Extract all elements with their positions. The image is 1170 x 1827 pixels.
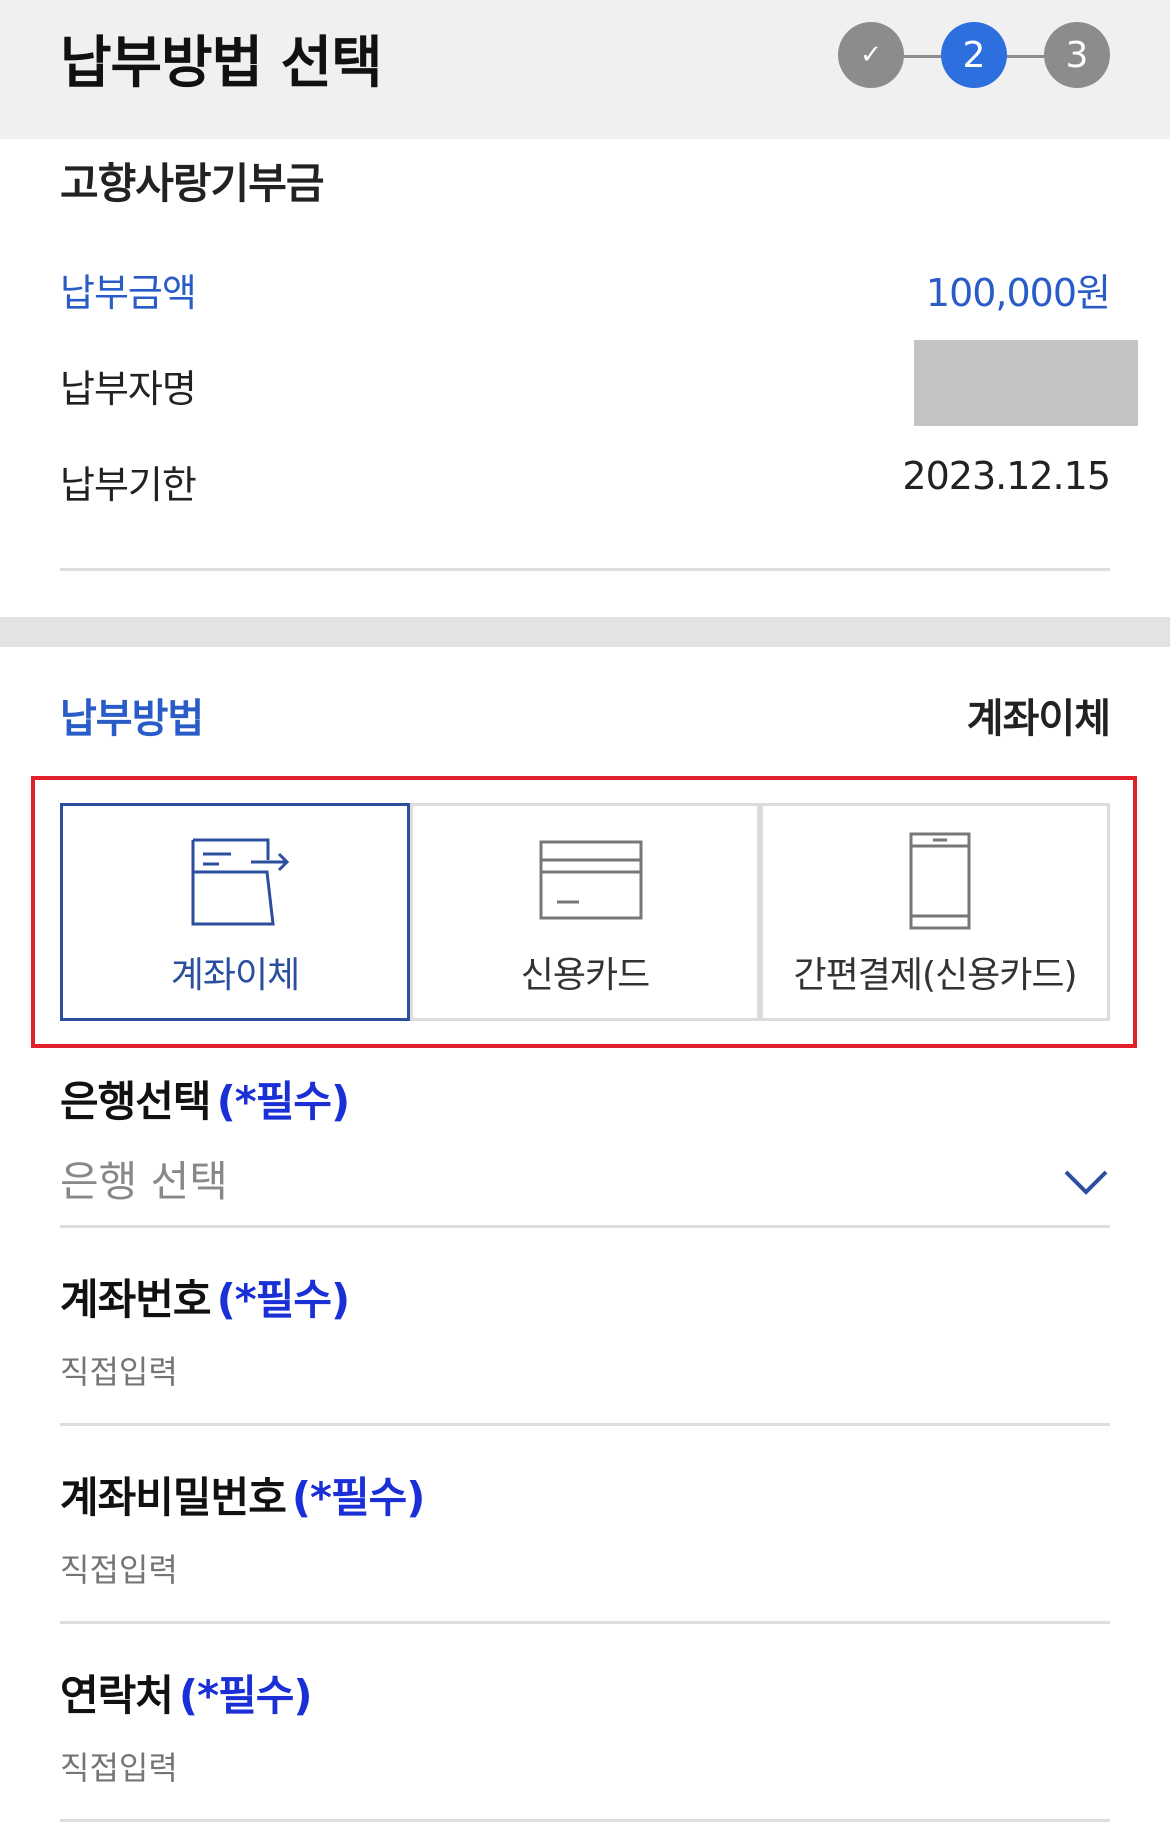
mobile-pay-icon [909, 832, 971, 930]
field-label-text: 계좌비밀번호 [60, 1473, 287, 1522]
step-2-current: 2 [941, 22, 1007, 88]
field-underline [60, 1423, 1110, 1426]
contact-label: 연락처 (*필수) [60, 1662, 313, 1723]
bank-select-field: 은행선택 (*필수) 은행 선택 [60, 1068, 1110, 1228]
page-title: 납부방법 선택 [60, 31, 383, 96]
account-password-field: 계좌비밀번호 (*필수) [60, 1464, 1110, 1624]
payer-label: 납부자명 [60, 367, 197, 411]
payment-option-mobile-pay[interactable]: 간편결제(신용카드) [760, 803, 1110, 1021]
step-3-upcoming: 3 [1044, 22, 1110, 88]
field-label-text: 연락처 [60, 1671, 174, 1720]
deadline-row: 납부기한 2023.12.15 [60, 454, 1111, 507]
field-underline [60, 1819, 1110, 1822]
step-number: 3 [1065, 34, 1089, 76]
summary-divider [60, 568, 1110, 571]
account-number-label: 계좌번호 (*필수) [60, 1266, 351, 1327]
account-number-field: 계좌번호 (*필수) [60, 1266, 1110, 1426]
step-number: 2 [962, 34, 986, 76]
required-tag: (*필수) [178, 1671, 313, 1720]
step-1-done: ✓ [838, 22, 904, 88]
payer-name-masked [914, 340, 1138, 426]
deadline-value: 2023.12.15 [902, 454, 1111, 498]
option-label: 신용카드 [520, 955, 650, 996]
section-separator [0, 617, 1170, 647]
page-header: 납부방법 선택 ✓ 2 3 [0, 0, 1170, 139]
account-password-input[interactable] [60, 1552, 960, 1589]
field-label-text: 계좌번호 [60, 1275, 212, 1324]
required-tag: (*필수) [216, 1275, 351, 1324]
bank-select-label: 은행선택 (*필수) [60, 1068, 351, 1129]
option-label: 계좌이체 [170, 955, 300, 996]
amount-row: 납부금액 100,000원 [60, 262, 1111, 315]
required-tag: (*필수) [291, 1473, 426, 1522]
payment-method-selected-value: 계좌이체 [966, 696, 1111, 742]
account-password-label: 계좌비밀번호 (*필수) [60, 1464, 426, 1525]
required-tag: (*필수) [216, 1077, 351, 1126]
field-label-text: 은행선택 [60, 1077, 212, 1126]
credit-card-icon [539, 840, 643, 920]
option-label: 간편결제(신용카드) [793, 955, 1077, 996]
payment-method-label: 납부방법 [60, 696, 204, 742]
amount-label: 납부금액 [60, 271, 197, 315]
check-icon: ✓ [860, 40, 882, 70]
fund-title: 고향사랑기부금 [60, 159, 324, 208]
deadline-label: 납부기한 [60, 463, 197, 507]
contact-field: 연락처 (*필수) [60, 1662, 1110, 1822]
payment-option-credit-card[interactable]: 신용카드 [410, 803, 760, 1021]
contact-input[interactable] [60, 1750, 960, 1787]
field-underline [60, 1621, 1110, 1624]
bank-select-dropdown[interactable]: 은행 선택 [60, 1148, 960, 1209]
amount-value: 100,000원 [925, 271, 1111, 315]
progress-stepper: ✓ 2 3 [838, 22, 1114, 90]
chevron-down-icon[interactable] [1062, 1164, 1110, 1200]
bank-transfer-icon [191, 838, 290, 926]
account-number-input[interactable] [60, 1354, 960, 1391]
field-underline [60, 1225, 1110, 1228]
payment-option-bank-transfer[interactable]: 계좌이체 [60, 803, 410, 1021]
